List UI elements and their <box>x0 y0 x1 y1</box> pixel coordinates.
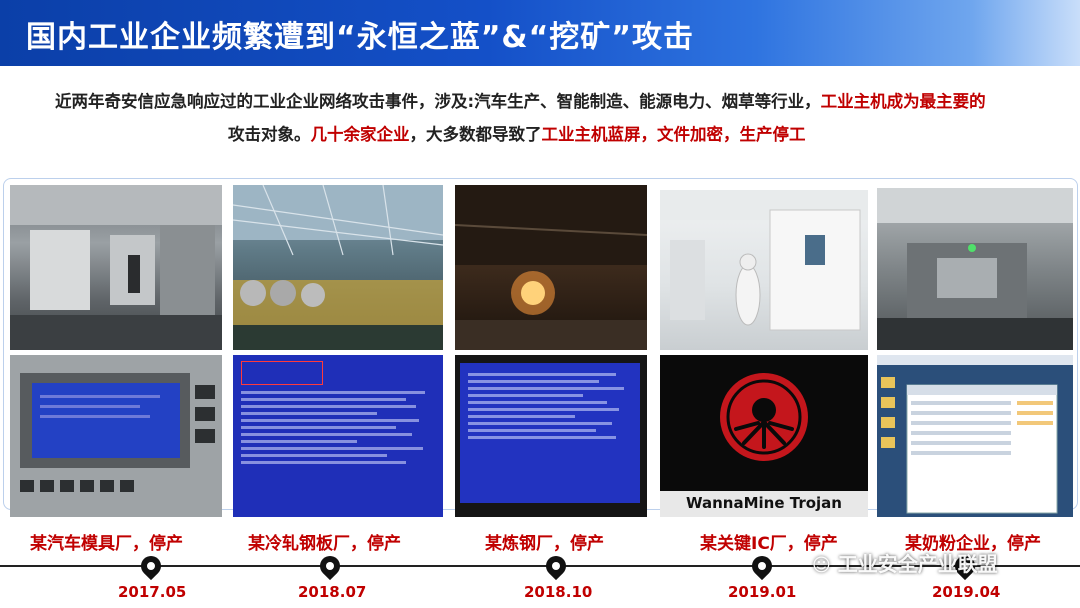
page-title: 国内工业企业频繁遭到“永恒之蓝”&“挖矿”攻击 <box>26 20 695 55</box>
title-bar: 国内工业企业频繁遭到“永恒之蓝”&“挖矿”攻击 <box>0 0 1080 66</box>
watermark: ☺ 工业安全产业联盟 <box>812 548 998 577</box>
description-line-1: 近两年奇安信应急响应过的工业企业网络攻击事件，涉及:汽车生产、智能制造、能源电力… <box>55 88 1070 112</box>
incident-date: 2019.01 <box>728 583 797 601</box>
map-pin-icon <box>541 551 571 581</box>
wannamine-screen: WannaMine Trojan <box>660 355 868 517</box>
cold-rolled-steel-factory-photo <box>233 185 443 350</box>
incident-date: 2019.04 <box>932 583 1001 601</box>
wechat-icon: ☺ <box>812 555 831 576</box>
incident-date: 2018.10 <box>524 583 593 601</box>
incident-caption: 某汽车模具厂，停产 <box>30 534 183 554</box>
description-highlight: 工业主机蓝屏，文件加密，生产停工 <box>541 125 806 144</box>
incident-date: 2017.05 <box>118 583 187 601</box>
description-text: 近两年奇安信应急响应过的工业企业网络攻击事件，涉及:汽车生产、智能制造、能源电力… <box>55 92 821 111</box>
steel-mill-bsod-screen <box>455 355 647 517</box>
milk-powder-factory-photo <box>877 188 1073 350</box>
auto-mold-factory-photo <box>10 185 222 350</box>
cnc-panel-bsod-photo <box>10 355 222 517</box>
description-text: ，大多数都导致了 <box>409 125 542 144</box>
map-pin-icon <box>747 551 777 581</box>
description-highlight: 几十余家企业 <box>310 125 410 144</box>
map-pin-icon <box>315 551 345 581</box>
incident-caption: 某冷轧钢板厂，停产 <box>248 534 401 554</box>
steel-mill-photo <box>455 185 647 350</box>
wannamine-label: WannaMine Trojan <box>686 494 842 512</box>
map-pin-icon <box>136 551 166 581</box>
ic-cleanroom-photo <box>660 190 868 350</box>
cold-rolled-bsod-screen <box>233 355 443 517</box>
watermark-text: 工业安全产业联盟 <box>837 552 998 576</box>
description-highlight: 工业主机成为最主要的 <box>820 92 986 111</box>
description-text: 攻击对象。 <box>228 125 311 144</box>
task-manager-screenshot <box>877 355 1073 517</box>
incident-date: 2018.07 <box>298 583 367 601</box>
incident-caption: 某炼钢厂，停产 <box>485 534 604 554</box>
description-line-2: 攻击对象。几十余家企业，大多数都导致了工业主机蓝屏，文件加密，生产停工 <box>228 121 1080 145</box>
